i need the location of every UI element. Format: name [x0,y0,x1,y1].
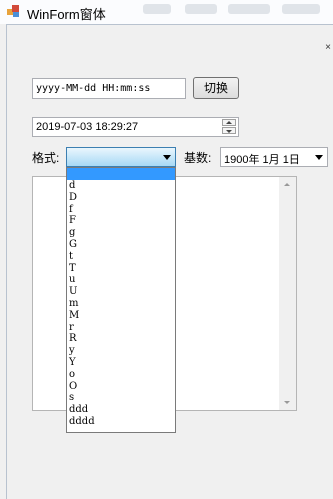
scroll-down-icon[interactable] [284,401,290,404]
base-combobox-value: 1900年 1月 1日 [224,151,300,167]
spin-down-icon[interactable] [222,127,236,134]
dropdown-item[interactable]: T [67,263,175,275]
dropdown-item[interactable]: f [67,204,175,216]
selected-empty-item[interactable] [67,168,175,180]
dropdown-item[interactable]: g [67,227,175,239]
dropdown-item[interactable]: ddd [67,404,175,416]
dropdown-item[interactable]: G [67,239,175,251]
format-input-value: yyyy-MM-dd HH:mm:ss [36,83,150,94]
app-icon [7,5,20,18]
datetime-picker[interactable]: 2019-07-03 18:29:27 [32,117,239,137]
format-dropdown-list[interactable]: dDfFgGtTuUmMrRyYoOsddddddd [66,167,176,433]
window-title: WinForm窗体 [27,4,106,23]
base-combobox[interactable]: 1900年 1月 1日 [220,147,328,167]
dropdown-item[interactable]: m [67,298,175,310]
title-bar: WinForm窗体 [0,0,333,24]
chevron-down-icon[interactable] [163,155,171,160]
close-icon[interactable]: × [325,42,331,53]
chevron-down-icon[interactable] [315,155,323,160]
datetime-value: 2019-07-03 18:29:27 [36,121,138,133]
scroll-up-icon[interactable] [284,183,290,186]
dropdown-item[interactable]: Y [67,357,175,369]
dropdown-item[interactable]: y [67,345,175,357]
dropdown-item[interactable]: s [67,392,175,404]
format-input[interactable]: yyyy-MM-dd HH:mm:ss [32,78,186,99]
dropdown-item[interactable]: o [67,369,175,381]
blurred-tab [143,4,171,14]
blurred-tab [282,4,320,14]
switch-button[interactable]: 切换 [193,77,239,99]
format-combobox[interactable] [66,147,176,167]
blurred-tab [185,4,217,14]
format-label: 格式: [32,149,59,166]
dropdown-item[interactable]: u [67,274,175,286]
dropdown-item[interactable]: F [67,215,175,227]
dropdown-item[interactable]: U [67,286,175,298]
spin-buttons[interactable] [222,119,236,135]
dropdown-item[interactable]: R [67,333,175,345]
dropdown-item[interactable]: dddd [67,416,175,428]
spin-up-icon[interactable] [222,119,236,126]
dropdown-item[interactable]: D [67,192,175,204]
base-label: 基数: [184,149,211,166]
vertical-scrollbar[interactable] [279,177,296,410]
dropdown-item[interactable]: d [67,180,175,192]
dropdown-item[interactable]: r [67,322,175,334]
dropdown-item[interactable]: t [67,251,175,263]
blurred-tab [228,4,270,14]
dropdown-item[interactable]: M [67,310,175,322]
dropdown-item[interactable]: O [67,381,175,393]
